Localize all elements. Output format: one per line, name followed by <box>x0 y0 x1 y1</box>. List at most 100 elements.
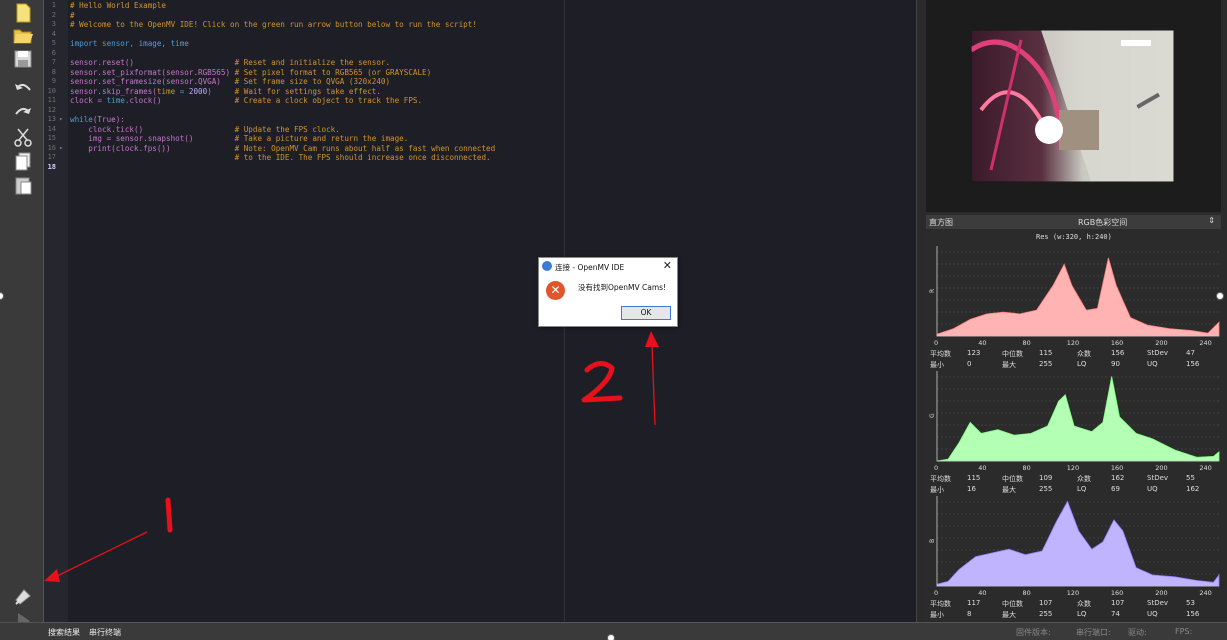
resize-handle-bottom[interactable] <box>607 634 615 640</box>
line-number: 8 <box>51 67 56 76</box>
code-token: print(clock.fps()) <box>70 143 235 153</box>
code-line[interactable]: sensor.set_pixformat(sensor.RGB565) # Se… <box>70 68 431 78</box>
line-number: 4 <box>51 29 56 38</box>
line-number: 6 <box>51 48 56 57</box>
serial-port-label: 串行端口: <box>1076 628 1111 637</box>
code-line[interactable]: # Hello World Example <box>70 1 166 11</box>
line-number: 5 <box>51 39 56 47</box>
code-token: (True): <box>92 115 125 124</box>
code-token: sensor.set_framesize(sensor.QVGA) <box>70 77 235 86</box>
line-number: 9 <box>51 77 56 85</box>
x-tick-label: 0 <box>934 589 938 597</box>
code-token: clock.tick() <box>70 124 235 134</box>
line-number: 17 <box>47 153 56 161</box>
code-token: = <box>175 86 189 96</box>
code-token: # Take a picture and return the image. <box>234 134 409 143</box>
line-number: 1 <box>51 1 56 9</box>
histogram-header: 直方图 RGB色彩空间 ⇕ <box>926 215 1221 229</box>
code-line[interactable]: print(clock.fps()) # Note: OpenMV Cam ru… <box>70 144 495 154</box>
colorspace-dropdown-icon[interactable]: ⇕ <box>1208 216 1215 225</box>
stat-min: 8 <box>967 610 972 618</box>
right-panel: 直方图 RGB色彩空间 ⇕ Res (w:320, h:240) R 0 40 80 1… <box>926 0 1227 622</box>
code-line[interactable]: sensor.skip_frames(time = 2000) # Wait f… <box>70 87 381 97</box>
code-token: # Set pixel format to RGB565 (or GRAYSCA… <box>234 67 432 77</box>
undo-icon[interactable] <box>11 78 35 100</box>
code-token: time <box>156 86 176 96</box>
editor-scrollbar[interactable] <box>916 0 926 622</box>
code-line[interactable]: # <box>70 11 75 21</box>
code-editor[interactable]: # Hello World Example # # Welcome to the O… <box>68 0 916 622</box>
stat-lq-label: LQ <box>1077 485 1087 493</box>
code-token: # Reset and initialize the sensor. <box>234 58 391 67</box>
code-line[interactable]: img = sensor.snapshot() # Take a picture… <box>70 134 408 144</box>
histogram-r: R 0 40 80 120 160 200 240 <box>929 246 1220 347</box>
stat-lq-label: LQ <box>1077 610 1087 618</box>
frame-buffer-image <box>971 30 1174 182</box>
channel-label: R <box>929 289 936 293</box>
line-number: 7 <box>51 58 56 66</box>
save-icon[interactable] <box>11 48 35 70</box>
stat-median-label: 中位数 <box>1002 600 1023 608</box>
stat-stdev: 55 <box>1186 474 1195 482</box>
line-number: 2 <box>51 10 56 19</box>
copy-icon[interactable] <box>11 150 35 172</box>
resize-handle-right[interactable] <box>1216 292 1224 300</box>
stat-mean-label: 平均数 <box>930 475 951 483</box>
code-line[interactable]: while(True): <box>70 115 125 125</box>
stat-uq: 156 <box>1186 360 1200 368</box>
x-tick-label: 80 <box>1023 464 1031 472</box>
code-token: # Set frame size to QVGA (320x240) <box>234 77 391 86</box>
code-line[interactable]: clock.tick() # Update the FPS clock. <box>70 124 340 135</box>
error-icon: ✕ <box>546 281 565 300</box>
tab-search-results[interactable]: 搜索结果 <box>48 627 80 638</box>
code-line[interactable]: sensor.set_framesize(sensor.QVGA) # Set … <box>70 77 390 87</box>
code-token: img = sensor.snapshot() <box>70 134 235 143</box>
fold-marker[interactable]: ▾ <box>59 145 63 152</box>
redo-icon[interactable] <box>11 102 35 124</box>
histogram-g: G 0 40 80 120 160 200 240 <box>929 371 1220 472</box>
x-tick-label: 200 <box>1155 589 1167 597</box>
stat-max-label: 最大 <box>1002 611 1016 619</box>
ok-button[interactable]: OK <box>621 306 671 320</box>
cut-icon[interactable] <box>11 126 35 148</box>
tab-serial-terminal[interactable]: 串行终端 <box>89 627 121 638</box>
stat-stdev-label: StDev <box>1147 349 1169 357</box>
code-line[interactable]: # to the IDE. The FPS should increase on… <box>70 153 491 163</box>
fps-label: FPS: <box>1175 627 1193 636</box>
stat-median-label: 中位数 <box>1002 350 1023 358</box>
code-token: # Update the FPS clock. <box>234 124 340 134</box>
stat-mean-label: 平均数 <box>930 600 951 608</box>
code-token: # Wait for settings take effect. <box>234 86 381 96</box>
x-tick-label: 160 <box>1111 464 1123 472</box>
histogram-b: B 0 40 80 120 160 200 240 <box>929 496 1220 597</box>
paste-icon[interactable] <box>11 174 35 196</box>
new-file-icon[interactable] <box>11 2 35 24</box>
connect-error-dialog: 连接 - OpenMV IDE ✕ ✕ 没有找到OpenMV Cams! OK <box>538 257 678 327</box>
code-token: time <box>106 96 125 105</box>
fold-marker[interactable]: ▾ <box>59 116 63 123</box>
stat-median-label: 中位数 <box>1002 475 1023 483</box>
stat-min: 0 <box>967 360 972 368</box>
stat-mode-label: 众数 <box>1077 475 1091 483</box>
stat-uq: 156 <box>1186 610 1200 618</box>
code-line[interactable]: clock = time.clock() # Create a clock ob… <box>70 96 422 106</box>
connect-icon[interactable] <box>11 586 35 608</box>
drive-label: 驱动: <box>1128 628 1147 637</box>
stat-lq: 74 <box>1111 610 1120 618</box>
stat-stdev-label: StDev <box>1147 599 1169 607</box>
close-icon[interactable]: ✕ <box>663 259 672 272</box>
stat-median: 115 <box>1039 349 1053 357</box>
colorspace-select[interactable]: RGB色彩空间 <box>1078 217 1127 228</box>
line-number: 3 <box>51 20 56 28</box>
open-folder-icon[interactable] <box>11 24 35 46</box>
code-line[interactable]: sensor.reset() # Reset and initialize th… <box>70 58 390 68</box>
x-tick-label: 80 <box>1023 589 1031 597</box>
line-number: 10 <box>47 86 56 95</box>
stat-median: 109 <box>1039 474 1053 482</box>
dialog-title: 连接 - OpenMV IDE <box>555 263 625 272</box>
code-line[interactable]: # Welcome to the OpenMV IDE! Click on th… <box>70 20 477 30</box>
channel-label: B <box>929 539 936 543</box>
stat-lq: 90 <box>1111 360 1120 368</box>
stat-uq-label: UQ <box>1147 360 1158 368</box>
code-line[interactable]: import sensor, image, time <box>70 39 189 49</box>
